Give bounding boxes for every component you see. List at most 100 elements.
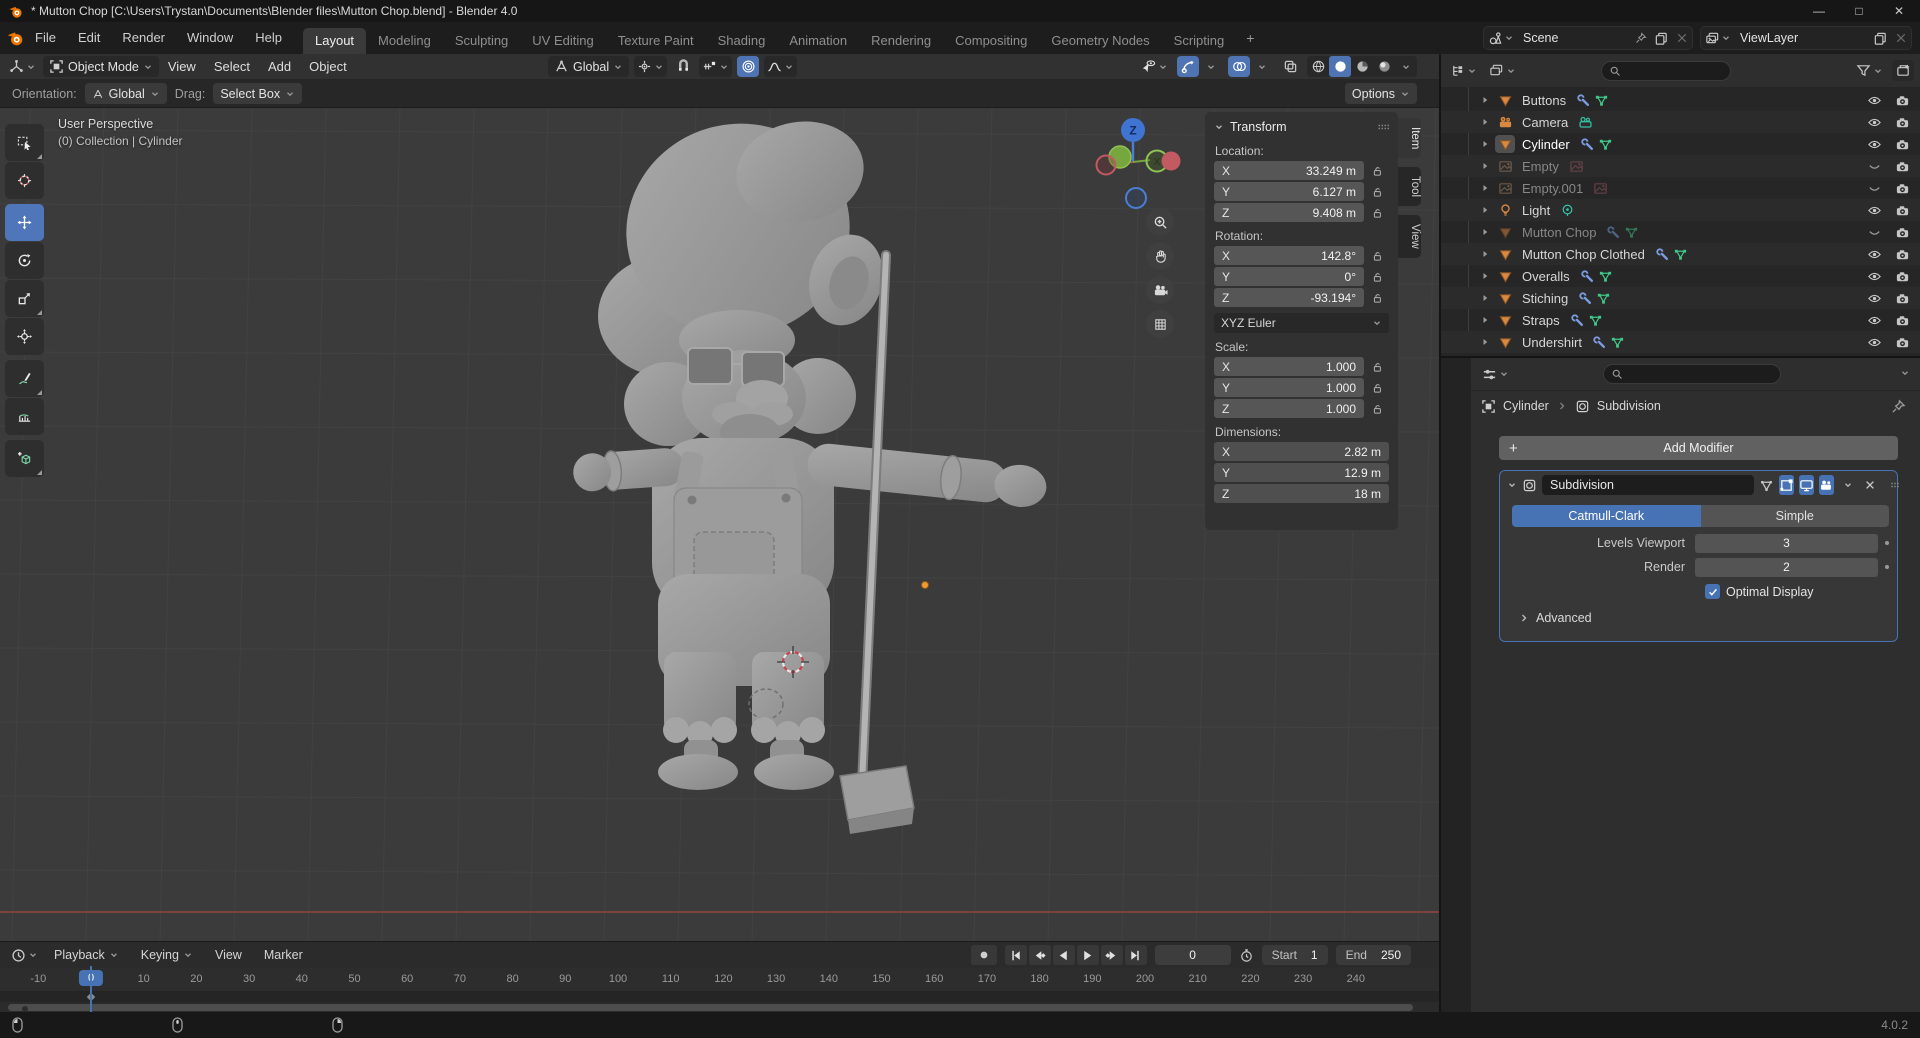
panel-collapse-icon[interactable] <box>1507 480 1517 490</box>
workspace-tab-shading[interactable]: Shading <box>706 28 778 54</box>
gizmos-dropdown[interactable] <box>1200 56 1222 77</box>
rotation-x-field[interactable]: X142.8° <box>1214 246 1364 265</box>
shading-solid-button[interactable] <box>1329 56 1351 77</box>
xray-toggle[interactable] <box>1279 56 1301 77</box>
options-dropdown[interactable]: Options <box>1345 83 1417 104</box>
record-button[interactable] <box>971 945 997 965</box>
playhead-line[interactable] <box>90 966 92 1013</box>
shading-rendered-button[interactable] <box>1373 56 1395 77</box>
blender-menu-icon[interactable] <box>6 29 24 47</box>
overlays-toggle[interactable] <box>1228 56 1250 77</box>
outliner-item-label[interactable]: Cylinder <box>1522 137 1570 152</box>
menu-window[interactable]: Window <box>176 22 244 54</box>
workspace-tab-sculpting[interactable]: Sculpting <box>443 28 520 54</box>
outliner-row-buttons[interactable]: Buttons <box>1441 89 1920 111</box>
simple-button[interactable]: Simple <box>1701 505 1890 527</box>
modifier-drag-handle-icon[interactable] <box>1889 479 1901 491</box>
workspace-tab-modeling[interactable]: Modeling <box>366 28 443 54</box>
view-layer-name[interactable]: ViewLayer <box>1736 31 1802 45</box>
scene-name[interactable]: Scene <box>1519 31 1562 45</box>
outliner-item-label[interactable]: Camera <box>1522 115 1568 130</box>
menu-edit[interactable]: Edit <box>67 22 111 54</box>
modifier-render-toggle[interactable] <box>1819 475 1834 495</box>
outliner-item-label[interactable]: Stiching <box>1522 291 1568 306</box>
expand-arrow-icon[interactable] <box>1479 226 1491 238</box>
add-cube-tool-button[interactable] <box>5 440 44 477</box>
scale-x-field[interactable]: X1.000 <box>1214 357 1364 376</box>
view-layer-icon[interactable] <box>1705 31 1731 46</box>
viewport-menu-view[interactable]: View <box>159 59 205 74</box>
scene-selector[interactable]: Scene <box>1483 26 1693 50</box>
duplicate-icon[interactable] <box>1873 31 1888 46</box>
shovel-model[interactable] <box>840 255 914 834</box>
lock-icon[interactable] <box>1371 186 1383 198</box>
camera-render-visibility-icon[interactable] <box>1895 269 1910 284</box>
transform-tool-button[interactable] <box>5 318 44 355</box>
workspace-tab-scripting[interactable]: Scripting <box>1162 28 1237 54</box>
breadcrumb-object[interactable]: Cylinder <box>1503 399 1549 413</box>
keyframe-previous-button[interactable] <box>1029 945 1051 965</box>
overlays-dropdown[interactable] <box>1251 56 1273 77</box>
gizmo-neg-z-axis[interactable] <box>1126 188 1146 208</box>
outliner-row-stiching[interactable]: Stiching <box>1441 287 1920 309</box>
keyframe-next-button[interactable] <box>1101 945 1123 965</box>
lock-icon[interactable] <box>1371 250 1383 262</box>
pivot-point-dropdown[interactable] <box>634 56 667 77</box>
outliner-item-label[interactable]: Light <box>1522 203 1550 218</box>
character-model[interactable] <box>572 108 1049 790</box>
pan-button[interactable] <box>1146 242 1174 270</box>
header-options-chevron[interactable] <box>1900 368 1910 378</box>
timeline-ruler[interactable]: -100102030405060708090100110120130140150… <box>0 968 1439 992</box>
modifier-name-field[interactable]: Subdivision <box>1542 475 1754 495</box>
menu-marker[interactable]: Marker <box>255 948 312 962</box>
transform-orientation-dropdown[interactable]: Global <box>548 56 629 77</box>
outliner-row-cylinder[interactable]: Cylinder <box>1441 133 1920 155</box>
outliner-row-undershirt[interactable]: Undershirt <box>1441 331 1920 353</box>
outliner-row-mutton-chop[interactable]: Mutton Chop <box>1441 221 1920 243</box>
expand-arrow-icon[interactable] <box>1479 182 1491 194</box>
outliner-row-overalls[interactable]: Overalls <box>1441 265 1920 287</box>
eye-closed-icon[interactable] <box>1867 159 1882 174</box>
scene-icon[interactable] <box>1488 31 1514 46</box>
workspace-tab-geometry-nodes[interactable]: Geometry Nodes <box>1039 28 1161 54</box>
expand-arrow-icon[interactable] <box>1479 248 1491 260</box>
expand-arrow-icon[interactable] <box>1479 314 1491 326</box>
remove-icon[interactable] <box>1895 32 1907 44</box>
menu-render[interactable]: Render <box>111 22 176 54</box>
outliner-item-label[interactable]: Straps <box>1522 313 1560 328</box>
zoom-button[interactable] <box>1146 208 1174 236</box>
outliner-row-mutton-chop-clothed[interactable]: Mutton Chop Clothed <box>1441 243 1920 265</box>
workspace-tab-texture-paint[interactable]: Texture Paint <box>606 28 706 54</box>
expand-arrow-icon[interactable] <box>1479 204 1491 216</box>
outliner-row-camera[interactable]: Camera <box>1441 111 1920 133</box>
maximize-button[interactable]: □ <box>1852 4 1866 18</box>
snap-target-dropdown[interactable] <box>699 56 732 77</box>
jump-to-start-button[interactable] <box>1005 945 1027 965</box>
scale-y-field[interactable]: Y1.000 <box>1214 378 1364 397</box>
filter-dropdown[interactable] <box>1853 60 1886 81</box>
rotation-y-field[interactable]: Y0° <box>1214 267 1364 286</box>
modifier-on-cage-toggle[interactable] <box>1759 475 1774 495</box>
expand-arrow-icon[interactable] <box>1479 94 1491 106</box>
workspace-tab-uv-editing[interactable]: UV Editing <box>520 28 605 54</box>
menu-file[interactable]: File <box>24 22 67 54</box>
camera-render-visibility-icon[interactable] <box>1895 203 1910 218</box>
eye-open-icon[interactable] <box>1867 335 1882 350</box>
camera-render-visibility-icon[interactable] <box>1895 335 1910 350</box>
eye-open-icon[interactable] <box>1867 137 1882 152</box>
scale-z-field[interactable]: Z1.000 <box>1214 399 1364 418</box>
sidebar-tab-tool[interactable]: Tool <box>1398 167 1421 206</box>
outliner-item-label[interactable]: Empty <box>1522 159 1559 174</box>
camera-render-visibility-icon[interactable] <box>1895 115 1910 130</box>
pin-icon[interactable] <box>1891 399 1906 414</box>
dimensions-y-field[interactable]: Y12.9 m <box>1214 463 1389 482</box>
start-frame-field[interactable]: Start1 <box>1262 945 1328 965</box>
outliner-item-label[interactable]: Buttons <box>1522 93 1566 108</box>
camera-render-visibility-icon[interactable] <box>1895 93 1910 108</box>
render-levels-field[interactable]: 2 <box>1695 558 1878 577</box>
eye-open-icon[interactable] <box>1867 247 1882 262</box>
lock-icon[interactable] <box>1371 361 1383 373</box>
breadcrumb-modifier[interactable]: Subdivision <box>1597 399 1661 413</box>
sidebar-tab-view[interactable]: View <box>1398 215 1421 258</box>
properties-search[interactable] <box>1603 364 1781 384</box>
